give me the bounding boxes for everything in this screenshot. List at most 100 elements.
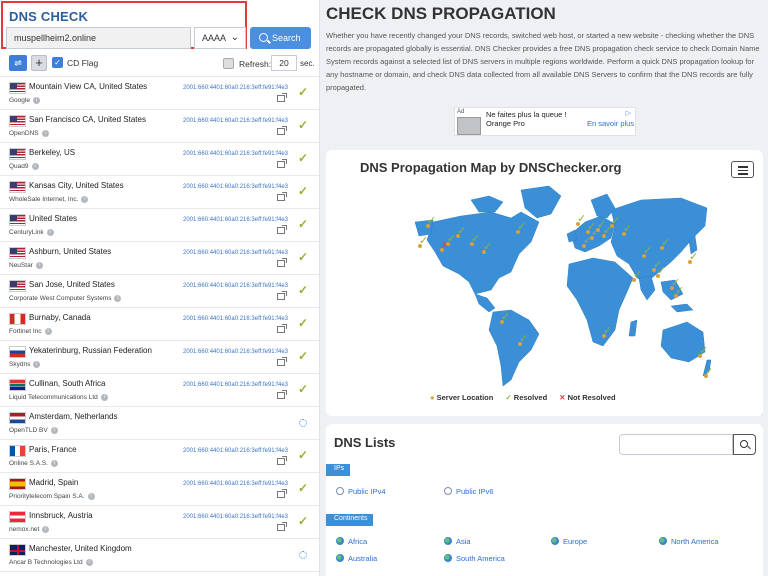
external-link-icon[interactable] [277, 225, 287, 234]
external-link-icon[interactable] [277, 159, 287, 168]
server-row[interactable]: Amsterdam, Netherlands OpenTLD BV i [0, 406, 319, 439]
list-item-australia[interactable]: Australia [336, 554, 377, 563]
domain-input[interactable]: muspellheim2.online [6, 27, 191, 49]
external-link-icon[interactable] [277, 291, 287, 300]
lists-search-button[interactable] [733, 434, 756, 455]
server-row[interactable]: Berkeley, US Quad9 i 2001:660:4401:60a0:216… [0, 142, 319, 175]
resolved-marker[interactable]: ✓ [583, 234, 592, 247]
server-row[interactable]: San Francisco CA, United States OpenDNS i 2… [0, 109, 319, 142]
refresh-checkbox[interactable] [223, 58, 234, 69]
external-link-icon[interactable] [277, 324, 287, 333]
server-row[interactable]: Paris, France Online S.A.S. i 2001:660:4401… [0, 439, 319, 472]
resolved-ip-link[interactable]: 2001:660:4401:60a0:216:3eff:fe91:f4e3 [183, 118, 288, 124]
server-row[interactable]: Ashburn, United States NeuStar i 2001:660:4… [0, 241, 319, 274]
external-link-icon[interactable] [277, 258, 287, 267]
list-item-asia[interactable]: Asia [444, 537, 471, 546]
info-icon[interactable]: i [42, 526, 50, 533]
list-item-public-ipv6[interactable]: Public IPv6 [444, 487, 494, 496]
resolved-ip-link[interactable]: 2001:660:4401:60a0:216:3eff:fe91:f4e3 [183, 316, 288, 322]
add-server-button[interactable]: + [31, 55, 47, 71]
list-item-africa[interactable]: Africa [336, 537, 367, 546]
resolved-ip-link[interactable]: 2001:660:4401:60a0:216:3eff:fe91:f4e3 [183, 514, 288, 520]
resolved-marker[interactable]: ✓ [483, 240, 492, 253]
cd-flag-checkbox[interactable]: ✓ [52, 57, 63, 68]
external-link-icon[interactable] [277, 126, 287, 135]
resolved-marker[interactable]: ✓ [699, 344, 708, 357]
resolved-marker[interactable]: ✓ [603, 324, 612, 337]
search-button[interactable]: Search [250, 27, 311, 49]
server-row[interactable]: Mountain View CA, United States Google i 20… [0, 76, 319, 109]
resolved-marker[interactable]: ✓ [519, 332, 528, 345]
refresh-interval-input[interactable]: 20 [271, 55, 297, 71]
world-map[interactable]: ✓✓✓✓✓✕✓✓✓✓✓✓✓✓✓✓✓✓✓✓✓✓✓✓✓✓✓✓✓ [371, 182, 711, 392]
resolved-marker[interactable]: ✓ [419, 234, 428, 247]
external-link-icon[interactable] [277, 456, 287, 465]
resolved-marker[interactable]: ✓ [577, 212, 586, 225]
resolved-marker[interactable]: ✓ [427, 214, 436, 227]
resolved-ip-link[interactable]: 2001:660:4401:60a0:216:3eff:fe91:f4e3 [183, 382, 288, 388]
resolved-ip-link[interactable]: 2001:660:4401:60a0:216:3eff:fe91:f4e3 [183, 151, 288, 157]
list-item-public-ipv4[interactable]: Public IPv4 [336, 487, 386, 496]
ad-choices-icon[interactable]: ▷ [626, 109, 631, 117]
external-link-icon[interactable] [277, 390, 287, 399]
info-icon[interactable]: i [35, 262, 43, 269]
external-link-icon[interactable] [277, 522, 287, 531]
ad-banner[interactable]: Ad Ne faites plus la queue ! Orange Pro … [454, 107, 636, 136]
info-icon[interactable]: i [114, 295, 122, 302]
info-icon[interactable]: i [44, 328, 52, 335]
resolved-marker[interactable]: ✓ [643, 244, 652, 257]
resolved-marker[interactable]: ✓ [471, 232, 480, 245]
resolved-ip-link[interactable]: 2001:660:4401:60a0:216:3eff:fe91:f4e3 [183, 184, 288, 190]
map-menu-button[interactable] [731, 161, 754, 178]
resolved-marker[interactable]: ✓ [447, 232, 456, 245]
resolved-marker[interactable]: ✓ [657, 264, 666, 277]
resolved-ip-link[interactable]: 2001:660:4401:60a0:216:3eff:fe91:f4e3 [183, 283, 288, 289]
resolved-ip-link[interactable]: 2001:660:4401:60a0:216:3eff:fe91:f4e3 [183, 250, 288, 256]
server-row[interactable]: Innsbruck, Austria nemox.net i 2001:660:440… [0, 505, 319, 538]
list-item-europe[interactable]: Europe [551, 537, 587, 546]
server-row[interactable]: Kansas City, United States WholeSale Inte… [0, 175, 319, 208]
info-icon[interactable]: i [50, 427, 58, 434]
resolved-ip-link[interactable]: 2001:660:4401:60a0:216:3eff:fe91:f4e3 [183, 448, 288, 454]
external-link-icon[interactable] [277, 93, 287, 102]
resolved-marker[interactable]: ✓ [689, 250, 698, 263]
resolved-ip-link[interactable]: 2001:660:4401:60a0:216:3eff:fe91:f4e3 [183, 217, 288, 223]
server-row[interactable]: Madrid, Spain Prioritytelecom Spain S.A. i… [0, 472, 319, 505]
server-row[interactable]: Manchester, United Kingdom Ancar B Techno… [0, 538, 319, 571]
external-link-icon[interactable] [277, 357, 287, 366]
record-type-select[interactable]: AAAA ⌄ [194, 27, 246, 49]
resolved-marker[interactable]: ✓ [633, 268, 642, 281]
server-row[interactable]: Cullinan, South Africa Liquid Telecommuni… [0, 373, 319, 406]
resolved-ip-link[interactable]: 2001:660:4401:60a0:216:3eff:fe91:f4e3 [183, 85, 288, 91]
resolved-marker[interactable]: ✓ [661, 236, 670, 249]
server-row[interactable]: Burnaby, Canada Fortinet Inc i 2001:660:440… [0, 307, 319, 340]
list-item-north-america[interactable]: North America [659, 537, 719, 546]
external-link-icon[interactable] [277, 489, 287, 498]
info-icon[interactable]: i [81, 196, 89, 203]
ad-cta-link[interactable]: En savoir plus [587, 119, 634, 128]
info-icon[interactable]: i [51, 460, 59, 467]
resolved-marker[interactable]: ✓ [705, 364, 711, 377]
resolved-marker[interactable]: ✓ [675, 284, 684, 297]
info-icon[interactable]: i [31, 163, 39, 170]
server-row[interactable]: United States CenturyLink i 2001:660:4401:6… [0, 208, 319, 241]
info-icon[interactable]: i [100, 394, 108, 401]
resolved-marker[interactable]: ✓ [517, 220, 526, 233]
info-icon[interactable]: i [41, 130, 49, 137]
info-icon[interactable]: i [32, 97, 40, 104]
server-row[interactable]: San Jose, United States Corporate West Co… [0, 274, 319, 307]
lists-search-input[interactable] [619, 434, 733, 455]
resolved-marker[interactable]: ✓ [457, 224, 466, 237]
server-row[interactable]: Yekaterinburg, Russian Federation Skydns i… [0, 340, 319, 373]
list-item-south-america[interactable]: South America [444, 554, 505, 563]
filter-settings-button[interactable]: ⇌ [9, 55, 27, 71]
info-icon[interactable]: i [85, 559, 93, 566]
resolved-marker[interactable]: ✓ [501, 310, 510, 323]
resolved-marker[interactable]: ✓ [611, 214, 620, 227]
resolved-ip-link[interactable]: 2001:660:4401:60a0:216:3eff:fe91:f4e3 [183, 481, 288, 487]
external-link-icon[interactable] [277, 192, 287, 201]
server-row[interactable] [0, 571, 319, 576]
info-icon[interactable]: i [46, 229, 54, 236]
resolved-ip-link[interactable]: 2001:660:4401:60a0:216:3eff:fe91:f4e3 [183, 349, 288, 355]
info-icon[interactable]: i [33, 361, 41, 368]
